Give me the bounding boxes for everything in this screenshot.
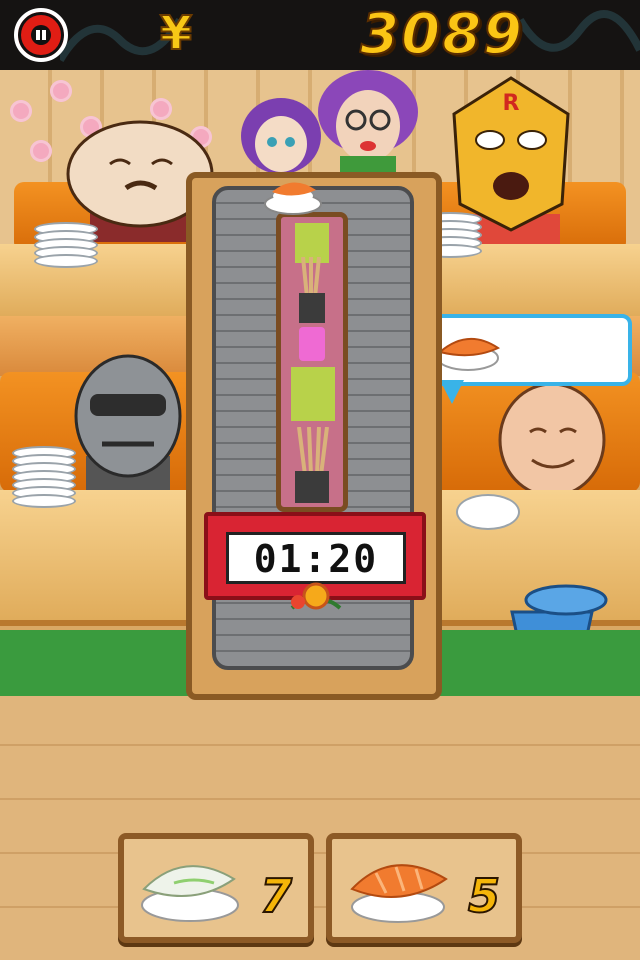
salmon-nigiri-card[interactable]: 5 (326, 833, 522, 943)
timer-display: 01:20 (226, 532, 406, 584)
green-box (291, 367, 335, 421)
salmon-nigiri-count: 5 (467, 868, 501, 924)
money-counter: 3089 (359, 1, 524, 68)
old-man-customer[interactable] (496, 380, 608, 494)
plate-icon (12, 494, 76, 508)
plate-stack-left-lower (12, 446, 76, 508)
plate-icon (34, 254, 98, 268)
svg-text:R: R (503, 91, 520, 116)
salmon-nigiri-icon (350, 864, 448, 923)
chopsticks-cup-icon (299, 257, 325, 323)
cherry-blossom-icon (10, 100, 32, 122)
empty-plate (456, 494, 520, 530)
conveyor-center-island (276, 212, 348, 512)
cherry-blossom-icon (50, 80, 72, 102)
salmon-nigiri-on-belt-icon[interactable] (264, 174, 322, 216)
squid-nigiri-icon (141, 865, 239, 922)
speech-bubble-tail (440, 380, 464, 404)
currency-symbol: ¥ (159, 5, 193, 61)
cherry-blossom-icon (30, 140, 52, 162)
squid-nigiri-card[interactable]: 7 (118, 833, 314, 943)
plate-stack-left-upper (34, 222, 98, 268)
plate-icon (456, 494, 520, 530)
purple-hair-woman-customer[interactable] (316, 68, 420, 178)
squid-nigiri-count: 7 (259, 868, 293, 924)
salmon-nigiri-icon (437, 337, 501, 371)
pause-button[interactable] (14, 8, 68, 62)
purple-hair-girl-customer[interactable] (240, 96, 322, 176)
wood-floor (0, 696, 640, 960)
ninja-customer[interactable] (66, 344, 190, 490)
wave-ornament-icon (520, 10, 640, 52)
pink-cup (299, 327, 325, 361)
pause-icon (31, 25, 51, 45)
flower-ornament-icon (290, 582, 342, 610)
top-hud-bar (0, 0, 640, 70)
chopsticks-cup-icon (295, 427, 329, 503)
order-speech-bubble (420, 314, 632, 386)
timer-text: 01:20 (253, 537, 379, 581)
